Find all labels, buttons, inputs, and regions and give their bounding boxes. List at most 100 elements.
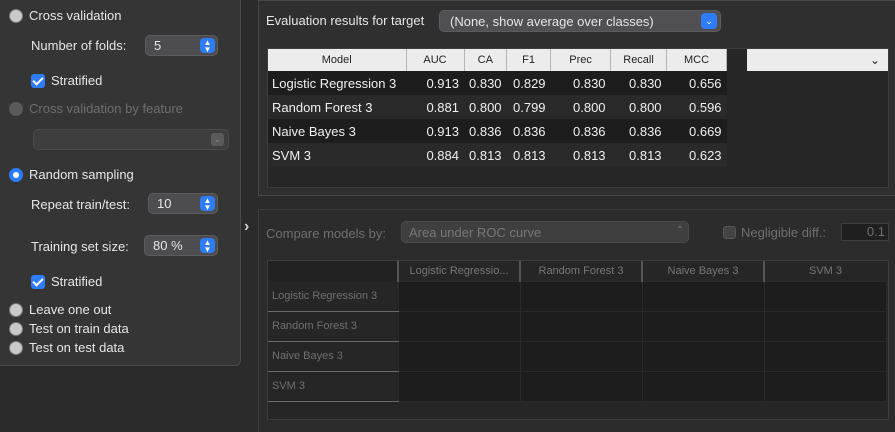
- metric-cell: 0.913: [406, 119, 464, 143]
- random-sampling-label: Random sampling: [29, 167, 134, 182]
- compare-metric-select[interactable]: Area under ROC curve ⌃: [401, 221, 689, 243]
- repeat-stepper-icon[interactable]: ▲ ▼: [200, 196, 215, 211]
- leave-one-out-label: Leave one out: [29, 302, 112, 317]
- column-header[interactable]: AUC: [406, 49, 465, 71]
- compare-column-header: Naive Bayes 3: [641, 261, 764, 281]
- leave-one-out-option[interactable]: Leave one out: [9, 302, 111, 317]
- folds-stepper-icon[interactable]: ▲ ▼: [200, 38, 215, 53]
- compare-row: SVM 3: [268, 370, 887, 402]
- compare-cell: [519, 280, 643, 312]
- compare-row-header: Random Forest 3: [268, 311, 398, 342]
- cross-validation-radio[interactable]: [9, 8, 23, 23]
- compare-cell: [641, 310, 765, 342]
- compare-cell: [397, 310, 521, 342]
- random-sampling-option[interactable]: Random sampling: [9, 167, 134, 182]
- cross-validation-label: Cross validation: [29, 8, 122, 23]
- test-on-test-radio[interactable]: [9, 340, 23, 355]
- compare-column-header: SVM 3: [763, 261, 886, 281]
- target-label: Evaluation results for target: [266, 13, 425, 28]
- folds-label: Number of folds:: [31, 38, 127, 53]
- compare-label: Compare models by:: [266, 226, 386, 241]
- compare-cell: [763, 370, 887, 402]
- leave-one-out-radio[interactable]: [9, 302, 23, 317]
- chevron-updown-icon: ⌃: [675, 225, 684, 236]
- metric-cell: 0.836: [550, 119, 611, 143]
- metric-cell: 0.656: [666, 71, 727, 95]
- model-name-cell: Naive Bayes 3: [268, 119, 406, 143]
- chevron-down-icon: ⌄: [211, 133, 224, 146]
- feature-select[interactable]: ⌄: [33, 129, 229, 150]
- compare-cell: [397, 340, 521, 372]
- table-row[interactable]: SVM 3 0.884 0.813 0.813 0.813 0.813 0.623: [268, 143, 727, 167]
- cross-validation-option[interactable]: Cross validation: [9, 8, 122, 23]
- metric-cell: 0.623: [666, 143, 727, 167]
- metric-cell: 0.836: [610, 119, 667, 143]
- metric-cell: 0.813: [610, 143, 667, 167]
- compare-cell: [397, 280, 521, 312]
- sampling-panel: Cross validation Number of folds: 5 ▲ ▼ S…: [0, 0, 241, 366]
- metric-cell: 0.799: [506, 95, 551, 119]
- stratified-rs-label: Stratified: [51, 274, 103, 289]
- metric-cell: 0.913: [406, 71, 464, 95]
- cv-by-feature-option[interactable]: Cross validation by feature: [9, 101, 183, 116]
- test-on-test-option[interactable]: Test on test data: [9, 340, 124, 355]
- metric-cell: 0.830: [610, 71, 667, 95]
- header-menu-icon[interactable]: ⌄: [747, 49, 888, 71]
- column-header[interactable]: Recall: [610, 49, 668, 71]
- metric-cell: 0.836: [464, 119, 507, 143]
- training-size-select[interactable]: 80 % ▲ ▼: [144, 235, 218, 256]
- compare-row: Naive Bayes 3: [268, 340, 887, 372]
- metric-cell: 0.669: [666, 119, 727, 143]
- compare-models-box: Compare models by: Area under ROC curve …: [258, 209, 895, 432]
- metric-cell: 0.800: [464, 95, 507, 119]
- column-header[interactable]: F1: [506, 49, 552, 71]
- stratified-cv-option[interactable]: Stratified: [31, 73, 102, 88]
- random-sampling-radio[interactable]: [9, 167, 23, 182]
- stratified-rs-checkbox[interactable]: [31, 274, 45, 289]
- repeat-value: 10: [157, 196, 172, 211]
- metric-cell: 0.596: [666, 95, 727, 119]
- column-header[interactable]: MCC: [666, 49, 728, 71]
- test-on-train-radio[interactable]: [9, 321, 23, 336]
- column-header[interactable]: Model: [268, 49, 407, 71]
- test-on-test-label: Test on test data: [29, 340, 125, 355]
- model-name-cell: SVM 3: [268, 143, 406, 167]
- column-header[interactable]: Prec: [550, 49, 612, 71]
- comparison-table: Logistic Regressio... Random Forest 3 Naiv…: [267, 260, 889, 420]
- stratified-rs-option[interactable]: Stratified: [31, 274, 102, 289]
- compare-cell: [641, 370, 765, 402]
- compare-cell: [519, 310, 643, 342]
- stratified-cv-label: Stratified: [51, 73, 103, 88]
- negligible-diff-label: Negligible diff.:: [741, 225, 827, 240]
- metric-cell: 0.800: [550, 95, 611, 119]
- table-row[interactable]: Naive Bayes 3 0.913 0.836 0.836 0.836 0.836 0.…: [268, 119, 727, 143]
- table-row[interactable]: Random Forest 3 0.881 0.800 0.799 0.800 0.800…: [268, 95, 727, 119]
- cv-by-feature-label: Cross validation by feature: [29, 101, 183, 116]
- compare-cell: [519, 340, 643, 372]
- target-select[interactable]: (None, show average over classes) ⌄: [439, 10, 721, 32]
- compare-cell: [397, 370, 521, 402]
- training-size-value: 80 %: [153, 238, 183, 253]
- metric-cell: 0.830: [550, 71, 611, 95]
- repeat-spinbox[interactable]: 10 ▲ ▼: [148, 193, 218, 214]
- metric-cell: 0.800: [610, 95, 667, 119]
- table-row[interactable]: Logistic Regression 3 0.913 0.830 0.829 0.83…: [268, 71, 727, 95]
- collapse-panel-icon[interactable]: ›: [244, 218, 249, 236]
- evaluation-table: ⌄ Model AUC CA F1 Prec Recall MCC Logistic Reg…: [267, 48, 889, 188]
- metric-cell: 0.813: [464, 143, 507, 167]
- metric-cell: 0.836: [506, 119, 551, 143]
- folds-spinbox[interactable]: 5 ▲ ▼: [145, 35, 218, 56]
- metric-cell: 0.884: [406, 143, 464, 167]
- test-on-train-option[interactable]: Test on train data: [9, 321, 129, 336]
- stratified-cv-checkbox[interactable]: [31, 73, 45, 88]
- compare-cell: [763, 340, 887, 372]
- negligible-diff-checkbox[interactable]: [723, 226, 736, 239]
- column-header[interactable]: CA: [464, 49, 508, 71]
- model-name-cell: Logistic Regression 3: [268, 71, 406, 95]
- cv-by-feature-radio[interactable]: [9, 101, 23, 116]
- negligible-diff-input[interactable]: 0.1: [841, 223, 889, 241]
- repeat-label: Repeat train/test:: [31, 197, 130, 212]
- metric-cell: 0.830: [464, 71, 507, 95]
- training-size-stepper-icon[interactable]: ▲ ▼: [200, 238, 215, 253]
- compare-row: Logistic Regression 3: [268, 280, 887, 312]
